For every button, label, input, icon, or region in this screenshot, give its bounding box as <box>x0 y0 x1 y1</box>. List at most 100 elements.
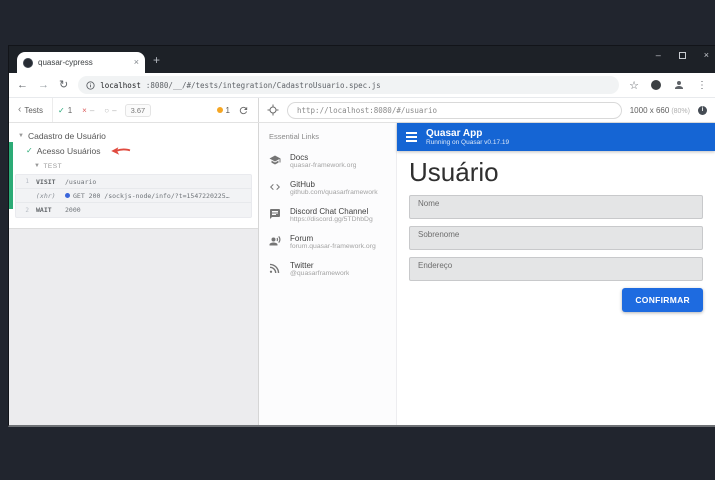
window-controls: – × <box>656 47 709 63</box>
command-message: GET 200 /sockjs-node/info/?t=1547220225… <box>65 192 247 200</box>
stat-failed: × – <box>77 106 99 115</box>
extension-icon[interactable] <box>651 80 661 90</box>
badge-count: 1 <box>226 106 230 115</box>
command-message: /usuario <box>65 178 247 186</box>
profile-avatar-icon[interactable] <box>673 79 685 91</box>
browser-tab[interactable]: quasar-cypress × <box>17 52 145 73</box>
section-caret-icon: ▼ <box>34 163 40 169</box>
tab-close-icon[interactable]: × <box>134 58 139 67</box>
text-input-field[interactable]: Sobrenome <box>409 226 703 250</box>
field-label: Nome <box>418 199 694 208</box>
drawer-link-title: Forum <box>290 234 376 243</box>
menu-hamburger-icon[interactable] <box>406 132 417 142</box>
record-voice-icon <box>269 235 281 247</box>
reporter-header: ‹ Tests ✓ 1 × – ○ – 3.67 1 <box>9 98 259 122</box>
stat-passed: ✓ 1 <box>53 106 77 115</box>
back-to-tests-label: Tests <box>24 106 43 115</box>
drawer-link-texts: Twitter @quasarframework <box>290 261 349 277</box>
red-annotation-arrow-icon <box>109 146 131 156</box>
command-row[interactable]: (xhr) GET 200 /sockjs-node/info/?t=15472… <box>16 189 251 203</box>
restart-tests-icon[interactable] <box>238 105 249 116</box>
tab-title: quasar-cypress <box>38 58 129 67</box>
drawer-link-item[interactable]: GitHub github.com/quasarframework <box>259 177 396 204</box>
test-passed-check-icon: ✓ <box>26 146 33 155</box>
browser-menu-icon[interactable]: ⋮ <box>697 80 707 91</box>
browser-window: quasar-cypress × + – × ← → ↻ localhost:8… <box>8 45 715 427</box>
close-button[interactable]: × <box>704 51 709 60</box>
url-host: localhost <box>100 81 141 90</box>
app-drawer: Essential Links Docs <box>259 123 397 426</box>
browser-titlebar: quasar-cypress × + – × <box>9 46 715 73</box>
app-title: Quasar App <box>426 128 509 139</box>
command-method: WAIT <box>29 206 65 214</box>
viewport-size: 1000 x 660(80%) <box>630 106 690 115</box>
back-to-tests-button[interactable]: ‹ Tests <box>9 98 53 122</box>
new-tab-button[interactable]: + <box>153 54 160 66</box>
route-stub-dot-icon <box>65 193 70 198</box>
url-field[interactable]: localhost:8080/__/#/tests/integration/Ca… <box>78 76 619 94</box>
chevron-left-icon: ‹ <box>18 105 21 115</box>
command-number: 2 <box>18 207 29 214</box>
drawer-link-subtitle: quasar-framework.org <box>290 162 356 169</box>
test-body-section[interactable]: ▼ TEST <box>9 160 258 172</box>
drawer-links: Docs quasar-framework.org <box>259 150 396 285</box>
drawer-link-item[interactable]: Docs quasar-framework.org <box>259 150 396 177</box>
runnables-panel: ▼ Cadastro de Usuário ✓ Acesso Usuários … <box>9 123 258 229</box>
drawer-link-texts: Forum forum.quasar-framework.org <box>290 234 376 250</box>
command-method: (xhr) <box>29 192 65 200</box>
drawer-link-subtitle: forum.quasar-framework.org <box>290 243 376 250</box>
drawer-link-subtitle: https://discord.gg/5TDhbDg <box>290 216 373 223</box>
drawer-link-title: GitHub <box>290 180 378 189</box>
command-row[interactable]: 2 WAIT 2000 <box>16 203 251 217</box>
viewport-zoom: (80%) <box>671 108 690 115</box>
iframe-header: http://localhost:8080/#/usuario 1000 x 6… <box>259 98 715 122</box>
drawer-link-texts: Discord Chat Channel https://discord.gg/… <box>290 207 373 223</box>
bookmark-star-icon[interactable]: ☆ <box>629 79 639 92</box>
pending-circle-icon: ○ <box>104 106 109 115</box>
drawer-link-subtitle: github.com/quasarframework <box>290 189 378 196</box>
command-number: 1 <box>18 178 29 185</box>
pending-count: – <box>112 106 116 115</box>
maximize-button[interactable] <box>679 52 686 59</box>
code-icon <box>269 181 281 193</box>
drawer-link-texts: GitHub github.com/quasarframework <box>290 180 378 196</box>
forward-icon[interactable]: → <box>38 80 49 91</box>
page-info-icon <box>86 81 95 90</box>
command-log: 1 VISIT /usuario (xhr) GET 200 /sockjs-n… <box>15 174 252 218</box>
form-actions: CONFIRMAR <box>409 288 703 312</box>
text-input-field[interactable]: Endereço <box>409 257 703 281</box>
cypress-favicon-icon <box>23 58 33 68</box>
drawer-link-item[interactable]: Twitter @quasarframework <box>259 258 396 285</box>
minimize-button[interactable]: – <box>656 51 661 60</box>
app-header-texts: Quasar App Running on Quasar v0.17.19 <box>426 128 509 147</box>
run-duration: 3.67 <box>125 104 152 117</box>
cypress-toolbar: ‹ Tests ✓ 1 × – ○ – 3.67 1 <box>9 98 715 123</box>
confirm-button[interactable]: CONFIRMAR <box>622 288 703 312</box>
text-input-field[interactable]: Nome <box>409 195 703 219</box>
stat-pending: ○ – <box>99 106 121 115</box>
drawer-link-subtitle: @quasarframework <box>290 270 349 277</box>
reload-icon[interactable]: ↻ <box>59 80 68 91</box>
failed-x-icon: × <box>82 106 87 115</box>
app-subtitle: Running on Quasar v0.17.19 <box>426 139 509 147</box>
command-method: VISIT <box>29 178 65 186</box>
command-row[interactable]: 1 VISIT /usuario <box>16 175 251 189</box>
address-bar: ← → ↻ localhost:8080/__/#/tests/integrat… <box>9 73 715 98</box>
test-row[interactable]: ✓ Acesso Usuários <box>9 143 258 158</box>
field-label: Endereço <box>418 261 694 270</box>
selector-playground-icon[interactable] <box>267 104 279 116</box>
viewport-info-icon[interactable]: i <box>698 106 707 115</box>
orange-dot-icon <box>217 107 223 113</box>
suite-caret-icon: ▼ <box>18 133 24 139</box>
app-url-field[interactable]: http://localhost:8080/#/usuario <box>287 102 622 119</box>
suite-title: Cadastro de Usuário <box>28 131 106 141</box>
drawer-link-item[interactable]: Discord Chat Channel https://discord.gg/… <box>259 204 396 231</box>
test-passed-bar <box>9 142 13 209</box>
command-message: 2000 <box>65 206 247 214</box>
back-icon[interactable]: ← <box>17 80 28 91</box>
chat-icon <box>269 208 281 220</box>
addressbar-actions: ☆ ⋮ <box>629 79 707 92</box>
app-header: Quasar App Running on Quasar v0.17.19 <box>397 123 715 151</box>
drawer-link-item[interactable]: Forum forum.quasar-framework.org <box>259 231 396 258</box>
suite-row[interactable]: ▼ Cadastro de Usuário <box>9 128 258 143</box>
